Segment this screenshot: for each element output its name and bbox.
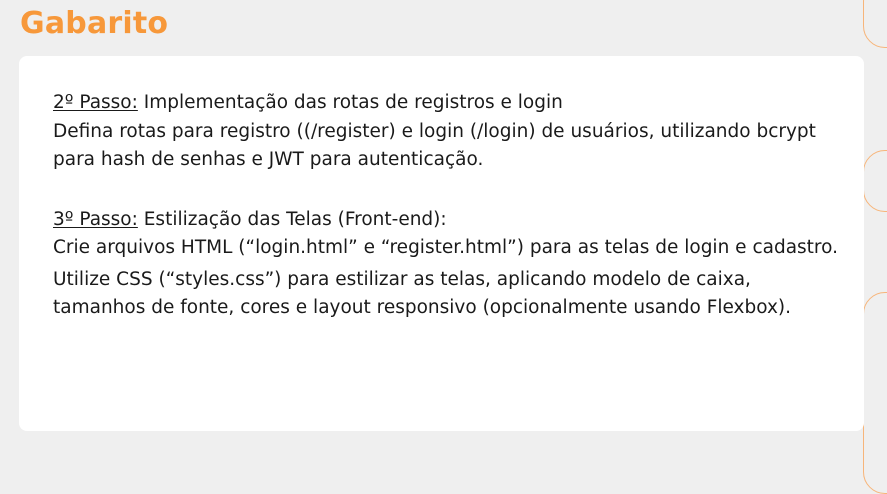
step-3-section: 3º Passo: Estilização das Telas (Front-e… <box>53 206 843 323</box>
step-3-paragraph-html: Crie arquivos HTML (“login.html” e “regi… <box>53 237 838 258</box>
step-2-paragraph: Defina rotas para registro ((/register) … <box>53 120 816 171</box>
decorative-rounded-shape-top <box>863 0 887 48</box>
step-3-heading: Estilização das Telas (Front-end): <box>137 208 447 230</box>
decorative-rounded-shape-bottom <box>863 292 887 494</box>
step-2-heading: Implementação das rotas de registros e l… <box>137 92 563 113</box>
answer-content: 2º Passo: Implementação das rotas de reg… <box>53 89 843 323</box>
answer-card: 2º Passo: Implementação das rotas de reg… <box>19 56 864 431</box>
step-3-paragraph-css: Utilize CSS (“styles.css”) para estiliza… <box>53 268 792 319</box>
page-title: Gabarito <box>20 6 169 41</box>
step-3-heading-line: 3º Passo: Estilização das Telas (Front-e… <box>53 206 843 235</box>
step-2-label: 2º Passo: <box>53 92 138 113</box>
step-2-heading-line: 2º Passo: Implementação das rotas de reg… <box>53 89 843 118</box>
decorative-rounded-shape-middle <box>863 150 887 212</box>
step-2-section: 2º Passo: Implementação das rotas de reg… <box>53 89 843 175</box>
step-3-label: 3º Passo: <box>53 208 138 230</box>
